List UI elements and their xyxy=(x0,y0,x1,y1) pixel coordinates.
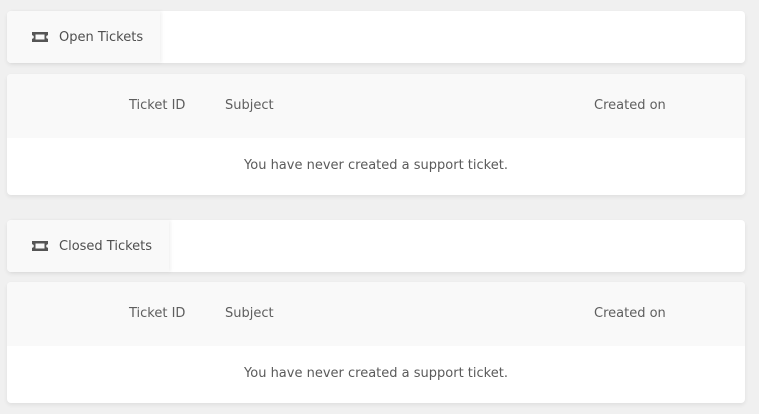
open-tickets-tab-bar: Open Tickets xyxy=(7,11,745,63)
ticket-icon xyxy=(31,31,49,43)
closed-tickets-table-header: Ticket ID Subject Created on xyxy=(7,282,745,346)
closed-tickets-tab-bar: Closed Tickets xyxy=(7,220,745,272)
empty-state-message: You have never created a support ticket. xyxy=(244,366,508,381)
ticket-icon xyxy=(31,240,49,252)
open-tickets-table: Ticket ID Subject Created on You have ne… xyxy=(7,74,745,195)
column-header-ticket-id[interactable]: Ticket ID xyxy=(129,306,185,321)
tab-closed-tickets-label: Closed Tickets xyxy=(59,238,153,254)
column-header-subject[interactable]: Subject xyxy=(225,306,274,321)
closed-tickets-table: Ticket ID Subject Created on You have ne… xyxy=(7,282,745,403)
support-tickets-page: Open Tickets Ticket ID Subject Created o… xyxy=(0,0,759,414)
column-header-subject[interactable]: Subject xyxy=(225,98,274,113)
column-header-created-on[interactable]: Created on xyxy=(594,98,666,113)
column-header-ticket-id[interactable]: Ticket ID xyxy=(129,98,185,113)
open-tickets-table-header: Ticket ID Subject Created on xyxy=(7,74,745,138)
empty-state-message: You have never created a support ticket. xyxy=(244,158,508,173)
tab-open-tickets[interactable]: Open Tickets xyxy=(7,11,161,63)
column-header-created-on[interactable]: Created on xyxy=(594,306,666,321)
tab-closed-tickets[interactable]: Closed Tickets xyxy=(7,220,170,272)
tab-open-tickets-label: Open Tickets xyxy=(59,29,144,45)
